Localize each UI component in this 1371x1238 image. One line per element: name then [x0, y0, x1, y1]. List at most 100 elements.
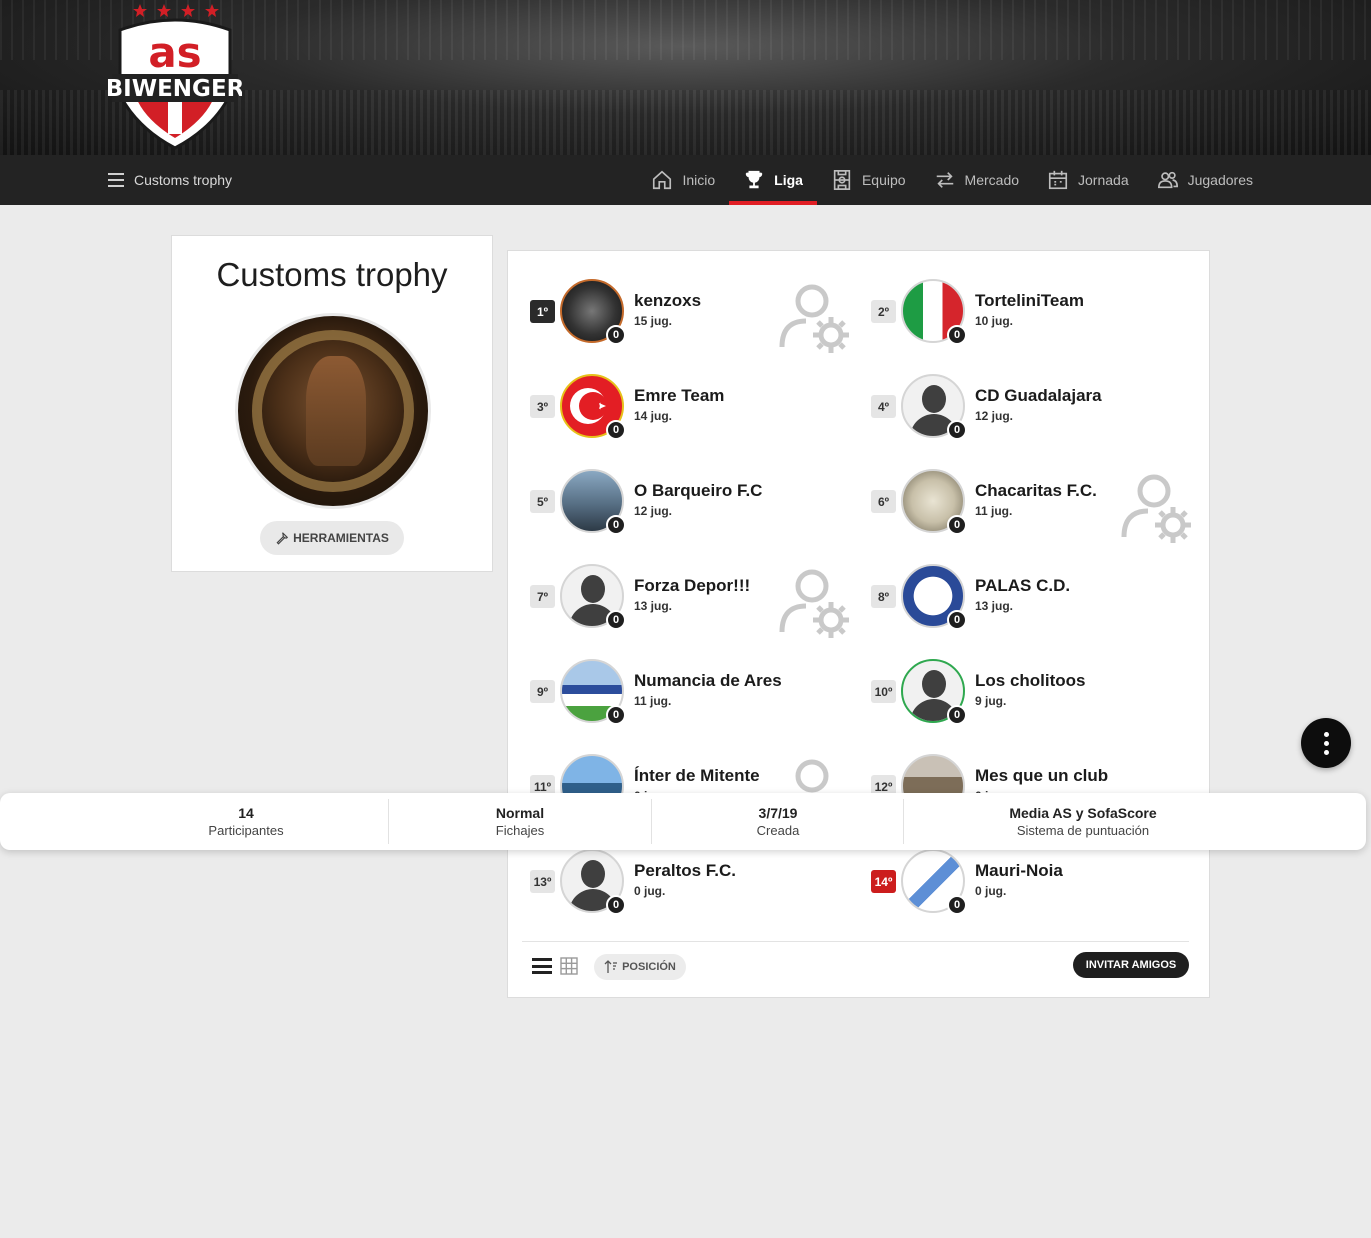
logo-text-as: as — [148, 28, 201, 77]
rank-badge: 8º — [871, 585, 896, 608]
team-name[interactable]: O Barqueiro F.C — [634, 481, 762, 501]
nav-item-mercado[interactable]: Mercado — [920, 155, 1033, 205]
team-player-count: 11 jug. — [975, 504, 1013, 518]
points-badge: 0 — [606, 895, 626, 915]
nav-item-equipo[interactable]: Equipo — [817, 155, 920, 205]
calendar-icon — [1048, 170, 1068, 190]
nav-item-liga[interactable]: Liga — [729, 155, 817, 205]
league-card: Customs trophy HERRAMIENTAS — [171, 235, 493, 572]
info-created-label: Creada — [756, 823, 800, 838]
standings-entry[interactable]: 10º 0 Los cholitoos 9 jug. — [871, 657, 1201, 727]
nav-item-jugadores[interactable]: Jugadores — [1143, 155, 1267, 205]
team-player-count: 12 jug. — [975, 409, 1014, 423]
points-badge: 0 — [606, 420, 626, 440]
team-name[interactable]: kenzoxs — [634, 291, 701, 311]
nav-label-jugadores: Jugadores — [1187, 172, 1253, 188]
grid-view-icon[interactable] — [560, 957, 578, 975]
league-avatar[interactable] — [235, 313, 431, 509]
info-divider — [903, 799, 904, 844]
team-player-count: 13 jug. — [634, 599, 673, 613]
home-icon — [653, 170, 672, 190]
sort-icon — [604, 960, 618, 973]
points-badge: 0 — [947, 515, 967, 535]
rank-badge: 7º — [530, 585, 555, 608]
points-badge: 0 — [606, 325, 626, 345]
rank-badge: 5º — [530, 490, 555, 513]
info-divider — [651, 799, 652, 844]
nav-label-jornada: Jornada — [1078, 172, 1129, 188]
main-navbar: Customs trophy Inicio Liga Equipo Mercad… — [0, 155, 1371, 205]
info-divider — [388, 799, 389, 844]
team-player-count: 14 jug. — [634, 409, 673, 423]
team-name[interactable]: Forza Depor!!! — [634, 576, 750, 596]
info-created: 3/7/19 Creada — [653, 793, 903, 850]
standings-entry[interactable]: 4º 0 CD Guadalajara 12 jug. — [871, 372, 1201, 442]
team-name[interactable]: Ínter de Mitente — [634, 766, 760, 786]
league-menu[interactable]: Customs trophy — [108, 155, 232, 205]
team-name[interactable]: Mes que un club — [975, 766, 1108, 786]
more-options-button[interactable] — [1301, 718, 1351, 768]
rank-badge: 9º — [530, 680, 555, 703]
team-player-count: 10 jug. — [975, 314, 1014, 328]
wrench-icon — [276, 532, 289, 545]
nav-item-inicio[interactable]: Inicio — [637, 155, 729, 205]
team-name[interactable]: Chacaritas F.C. — [975, 481, 1097, 501]
league-info-bar: 14 Participantes Normal Fichajes 3/7/19 … — [0, 793, 1366, 850]
list-view-icon[interactable] — [532, 958, 552, 974]
rank-badge: 3º — [530, 395, 555, 418]
nav-item-jornada[interactable]: Jornada — [1033, 155, 1143, 205]
admin-user-icon — [779, 569, 849, 638]
info-scoring-label: Sistema de puntuación — [1016, 823, 1150, 838]
team-name[interactable]: Peraltos F.C. — [634, 861, 736, 881]
invite-friends-button[interactable]: INVITAR AMIGOS — [1073, 952, 1189, 978]
standings-entry[interactable]: 2º 0 TorteliniTeam 10 jug. — [871, 277, 1201, 347]
admin-user-icon — [779, 284, 849, 353]
points-badge: 0 — [947, 895, 967, 915]
league-menu-label[interactable]: Customs trophy — [134, 172, 232, 188]
team-name[interactable]: CD Guadalajara — [975, 386, 1102, 406]
sort-label: POSICIÓN — [622, 961, 676, 973]
league-title: Customs trophy — [216, 256, 448, 293]
more-vertical-icon — [1323, 731, 1329, 737]
points-badge: 0 — [947, 610, 967, 630]
nav-label-inicio: Inicio — [682, 172, 716, 188]
info-transfers: Normal Fichajes — [390, 793, 650, 850]
info-participants: 14 Participantes — [106, 793, 386, 850]
trophy-icon — [745, 170, 763, 189]
points-badge: 0 — [606, 610, 626, 630]
tools-button[interactable]: HERRAMIENTAS — [260, 521, 404, 555]
team-name[interactable]: PALAS C.D. — [975, 576, 1070, 596]
players-icon — [1157, 171, 1178, 189]
info-participants-label: Participantes — [208, 823, 284, 838]
standings-panel: 1º 0 kenzoxs 15 jug. 2º 0 TorteliniTeam … — [507, 250, 1210, 998]
team-player-count: 11 jug. — [634, 694, 672, 708]
standings-entry[interactable]: 9º 0 Numancia de Ares 11 jug. — [530, 657, 860, 727]
info-scoring-value: Media AS y SofaScore — [1009, 805, 1157, 821]
panel-divider — [522, 941, 1189, 942]
rank-badge: 13º — [530, 870, 555, 893]
logo-text-biwenger: BIWENGER — [108, 76, 242, 102]
standings-entry[interactable]: 13º 0 Peraltos F.C. 0 jug. — [530, 847, 860, 917]
info-scoring: Media AS y SofaScore Sistema de puntuaci… — [905, 793, 1261, 850]
sort-button[interactable]: POSICIÓN — [594, 954, 686, 980]
hamburger-icon[interactable] — [108, 173, 124, 187]
team-player-count: 9 jug. — [975, 694, 1007, 708]
standings-entry[interactable]: 3º 0 Emre Team 14 jug. — [530, 372, 860, 442]
rank-badge: 1º — [530, 300, 555, 323]
points-badge: 0 — [947, 705, 967, 725]
info-created-value: 3/7/19 — [758, 805, 798, 821]
points-badge: 0 — [947, 420, 967, 440]
info-transfers-value: Normal — [495, 805, 545, 821]
team-name[interactable]: TorteliniTeam — [975, 291, 1084, 311]
team-name[interactable]: Emre Team — [634, 386, 724, 406]
team-player-count: 0 jug. — [975, 884, 1007, 898]
rank-badge: 6º — [871, 490, 896, 513]
biwenger-logo[interactable]: as BIWENGER — [106, 0, 245, 150]
team-player-count: 15 jug. — [634, 314, 673, 328]
team-name[interactable]: Numancia de Ares — [634, 671, 782, 691]
standings-entry[interactable]: 8º 0 PALAS C.D. 13 jug. — [871, 562, 1201, 632]
standings-entry[interactable]: 5º 0 O Barqueiro F.C 12 jug. — [530, 467, 860, 537]
team-name[interactable]: Los cholitoos — [975, 671, 1086, 691]
standings-entry[interactable]: 14º 0 Mauri-Noia 0 jug. — [871, 847, 1201, 917]
team-name[interactable]: Mauri-Noia — [975, 861, 1063, 881]
